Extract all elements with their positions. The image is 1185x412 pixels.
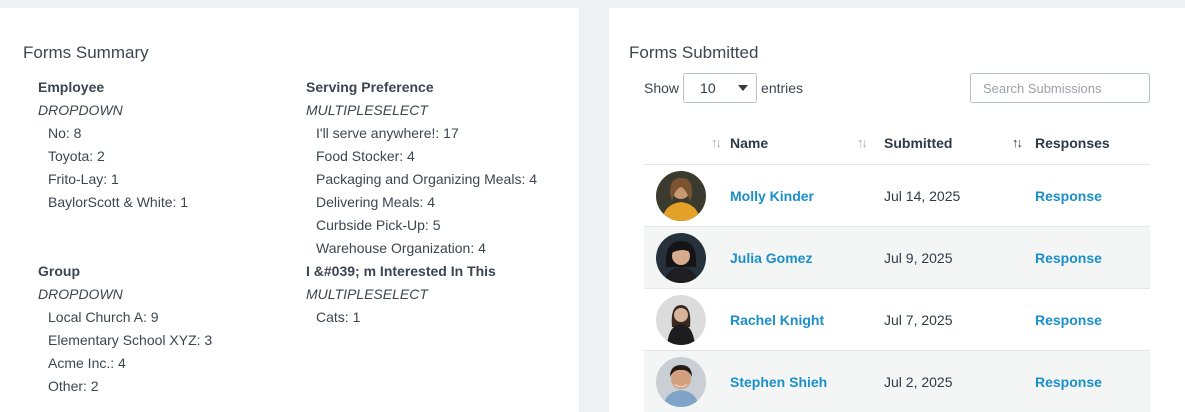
submitter-name-link[interactable]: Rachel Knight (730, 312, 824, 328)
avatar (656, 356, 706, 407)
table-row: Molly Kinder Jul 14, 2025 Response (644, 165, 1150, 227)
table-row: Julia Gomez Jul 9, 2025 Response (644, 227, 1150, 289)
entries-select[interactable]: 10 (683, 73, 758, 103)
submissions-table: ↑↓ Name ↑↓ Submitted ↑↓ Responses Molly … (644, 121, 1150, 412)
show-entries-control: Show 10 entries (644, 73, 803, 103)
field-option: BaylorScott & White: 1 (48, 194, 189, 210)
sort-icon: ↑↓ (711, 135, 722, 150)
submitted-date: Jul 2, 2025 (884, 373, 953, 390)
field-option: Toyota: 2 (48, 148, 105, 164)
field-option: Acme Inc.: 4 (48, 355, 126, 371)
field-block-interested: I &#039; m Interested In This MULTIPLESE… (306, 260, 566, 329)
search-submissions-input[interactable] (970, 73, 1150, 103)
forms-submitted-card: Forms Submitted Show 10 entries ↑↓ Name … (609, 8, 1185, 412)
forms-summary-card: Forms Summary Employee DROPDOWN No: 8 To… (0, 8, 579, 412)
sort-icon: ↑↓ (857, 135, 868, 150)
field-option: Packaging and Organizing Meals: 4 (316, 171, 538, 187)
name-column-header[interactable]: Name ↑↓ (730, 121, 884, 164)
show-label: Show (644, 80, 680, 96)
field-option: I'll serve anywhere!: 17 (316, 125, 459, 141)
field-type: DROPDOWN (38, 286, 123, 302)
entries-label: entries (761, 80, 804, 96)
forms-summary-title: Forms Summary (23, 43, 149, 62)
responses-column-header: Responses (1035, 121, 1150, 164)
submitter-name-link[interactable]: Stephen Shieh (730, 374, 827, 390)
submitted-date: Jul 7, 2025 (884, 311, 953, 328)
field-name: Group (38, 263, 80, 279)
field-name: I &#039; m Interested In This (306, 263, 496, 279)
submitted-date: Jul 9, 2025 (884, 249, 953, 266)
response-link[interactable]: Response (1035, 250, 1102, 266)
field-option: Cats: 1 (316, 309, 361, 325)
field-block-group: Group DROPDOWN Local Church A: 9 Element… (38, 260, 298, 398)
field-option: No: 8 (48, 125, 82, 141)
table-header: ↑↓ Name ↑↓ Submitted ↑↓ Responses (644, 121, 1150, 165)
response-link[interactable]: Response (1035, 188, 1102, 204)
table-row: Stephen Shieh Jul 2, 2025 Response (644, 351, 1150, 412)
field-option: Curbside Pick-Up: 5 (316, 217, 441, 233)
responses-header-label: Responses (1035, 134, 1110, 151)
avatar (656, 232, 706, 283)
field-type: MULTIPLESELECT (306, 102, 428, 118)
forms-submitted-title: Forms Submitted (629, 43, 759, 62)
entries-select-value: 10 (700, 80, 716, 96)
field-option: Food Stocker: 4 (316, 148, 415, 164)
field-name: Serving Preference (306, 79, 434, 95)
avatar (656, 294, 706, 345)
avatar (656, 170, 706, 221)
field-option: Warehouse Organization: 4 (316, 240, 486, 256)
sort-desc-icon: ↑↓ (1012, 135, 1023, 150)
field-name: Employee (38, 79, 105, 95)
field-option: Other: 2 (48, 378, 99, 394)
field-option: Local Church A: 9 (48, 309, 159, 325)
submitted-date: Jul 14, 2025 (884, 187, 961, 204)
submitted-header-label: Submitted (884, 134, 953, 151)
field-block-employee: Employee DROPDOWN No: 8 Toyota: 2 Frito-… (38, 76, 298, 214)
field-option: Delivering Meals: 4 (316, 194, 436, 210)
field-block-serving-preference: Serving Preference MULTIPLESELECT I'll s… (306, 76, 566, 260)
submitter-name-link[interactable]: Molly Kinder (730, 188, 814, 204)
table-row: Rachel Knight Jul 7, 2025 Response (644, 289, 1150, 351)
chevron-down-icon (738, 85, 749, 91)
summary-column-2: Serving Preference MULTIPLESELECT I'll s… (306, 76, 566, 329)
field-option: Frito-Lay: 1 (48, 171, 119, 187)
name-header-label: Name (730, 134, 769, 151)
submitted-column-header[interactable]: Submitted ↑↓ (884, 121, 1035, 164)
submitter-name-link[interactable]: Julia Gomez (730, 250, 812, 266)
summary-column-1: Employee DROPDOWN No: 8 Toyota: 2 Frito-… (38, 76, 298, 398)
response-link[interactable]: Response (1035, 312, 1102, 328)
field-option: Elementary School XYZ: 3 (48, 332, 213, 348)
field-type: MULTIPLESELECT (306, 286, 428, 302)
field-type: DROPDOWN (38, 102, 123, 118)
response-link[interactable]: Response (1035, 374, 1102, 390)
avatar-column-header[interactable]: ↑↓ (644, 121, 730, 164)
